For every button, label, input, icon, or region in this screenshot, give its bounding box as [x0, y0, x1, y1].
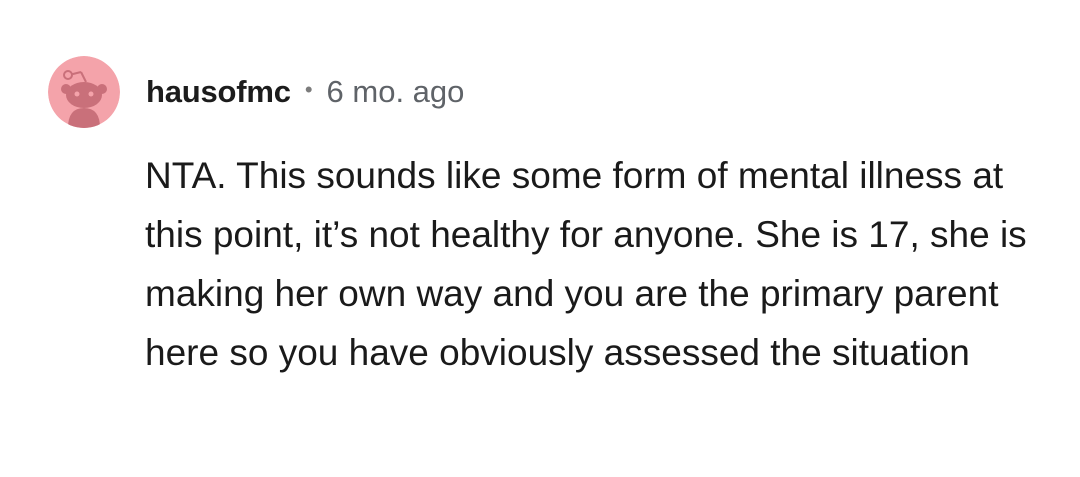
- comment: hausofmc • 6 mo. ago NTA. This sounds li…: [0, 0, 1080, 477]
- meta-separator: •: [304, 77, 313, 102]
- comment-header: hausofmc • 6 mo. ago: [48, 56, 464, 128]
- comment-age: 6 mo. ago: [326, 74, 465, 109]
- comment-author[interactable]: hausofmc: [146, 74, 291, 110]
- comment-body: NTA. This sounds like some form of menta…: [145, 155, 1027, 373]
- avatar[interactable]: [48, 56, 120, 128]
- snoo-avatar-icon: [48, 56, 120, 128]
